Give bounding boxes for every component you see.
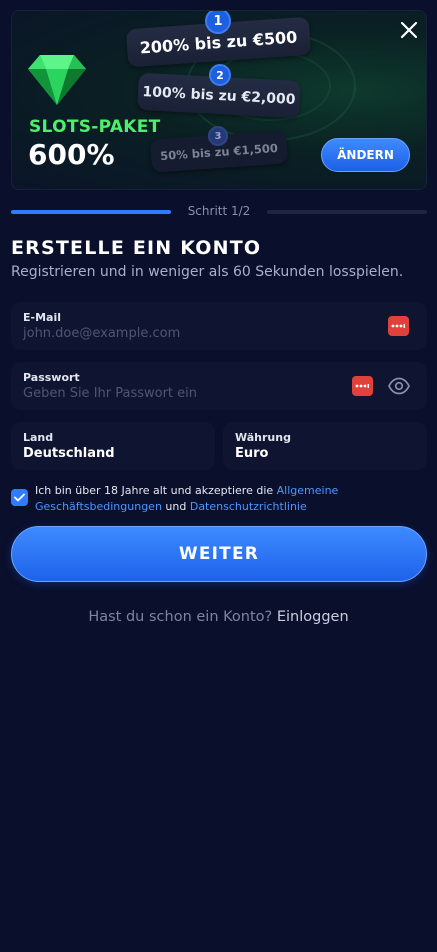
password-manager-icon[interactable] [352,376,373,396]
progress-step-active [11,210,171,214]
terms-checkbox[interactable] [11,489,28,506]
currency-label: Währung [235,431,291,444]
login-question: Hast du schon ein Konto? [88,609,273,625]
terms-text-before: Ich bin über 18 Jahre alt und akzeptiere… [35,484,277,497]
country-label: Land [23,431,54,444]
close-button[interactable] [398,19,420,41]
page-title: ERSTELLE EIN KONTO [11,237,262,259]
package-label: SLOTS-PAKET [29,117,161,137]
currency-value: Euro [235,446,269,461]
change-package-button[interactable]: ÄNDERN [321,138,410,172]
password-field[interactable]: Passwort Geben Sie Ihr Passwort ein [11,362,427,410]
password-input[interactable]: Geben Sie Ihr Passwort ein [23,386,197,401]
checkmark-icon [14,493,25,502]
email-input[interactable]: john.doe@example.com [23,326,180,341]
login-link[interactable]: Einloggen [277,609,349,625]
eye-icon[interactable] [388,375,410,397]
currency-select[interactable]: Währung Euro [223,422,427,470]
password-label: Passwort [23,371,80,384]
password-manager-icon[interactable] [388,316,409,336]
dots-icon [391,324,405,328]
privacy-link[interactable]: Datenschutzrichtlinie [190,500,307,513]
country-value: Deutschland [23,446,115,461]
package-percent: 600% [28,138,115,171]
tier-number-badge: 3 [208,126,228,146]
dots-icon [355,384,369,388]
step-indicator: Schritt 1/2 [187,204,251,218]
login-prompt: Hast du schon ein Konto? Einloggen [0,609,437,625]
progress-step-inactive [267,210,427,214]
continue-button[interactable]: WEITER [11,526,427,582]
terms-text-middle: und [161,500,190,513]
page-subtitle: Registrieren und in weniger als 60 Sekun… [11,264,404,280]
emerald-gem-icon [28,55,86,105]
terms-text: Ich bin über 18 Jahre alt und akzeptiere… [35,483,415,515]
close-icon [400,21,418,39]
tier-number-badge: 2 [209,64,231,86]
country-select[interactable]: Land Deutschland [11,422,215,470]
email-label: E-Mail [23,311,61,324]
email-field[interactable]: E-Mail john.doe@example.com [11,302,427,350]
bonus-banner: SLOTS-PAKET 600% 200% bis zu €500 100% b… [11,10,427,190]
